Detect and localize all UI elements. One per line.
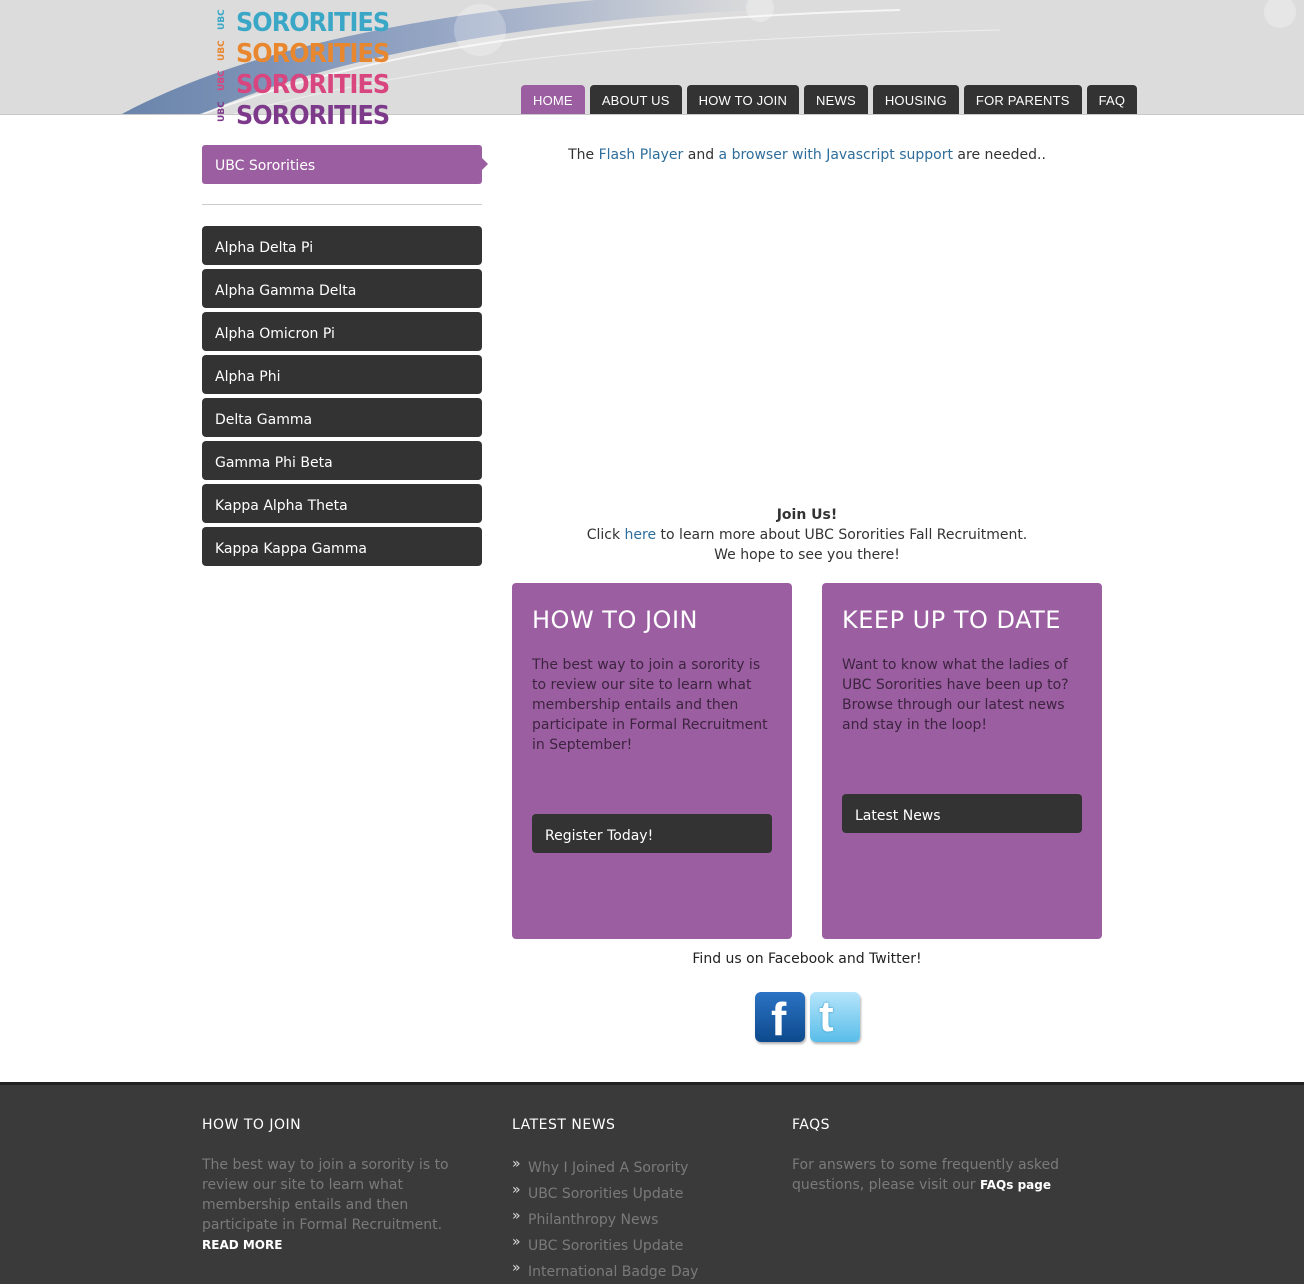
read-more-link[interactable]: READ MORE xyxy=(202,1238,282,1252)
sidebar-divider xyxy=(202,204,482,205)
flash-prefix: The xyxy=(568,147,599,163)
site-logo[interactable]: UBC UBC UBC UBC SORORITIES SORORITIES SO… xyxy=(217,8,390,133)
social-links: f t xyxy=(755,992,860,1044)
javascript-browser-link[interactable]: a browser with Javascript support xyxy=(719,147,953,163)
site-footer: HOW TO JOIN The best way to join a soror… xyxy=(0,1082,1304,1284)
flash-required-notice: The Flash Player and a browser with Java… xyxy=(512,147,1102,163)
join-us-title: Join Us! xyxy=(776,507,838,523)
nav-for-parents[interactable]: FOR PARENTS xyxy=(963,85,1082,114)
footer-news-item[interactable]: UBC Sororities Update xyxy=(512,1177,762,1207)
sidebar-item-alpha-phi[interactable]: Alpha Phi xyxy=(202,355,482,394)
how-to-join-text: The best way to join a sorority is to re… xyxy=(532,657,768,753)
footer-how-to-join: HOW TO JOIN The best way to join a soror… xyxy=(202,1117,462,1255)
nav-home[interactable]: HOME xyxy=(521,85,585,114)
social-note: Find us on Facebook and Twitter! xyxy=(692,951,922,967)
logo-side-text: UBC UBC UBC UBC xyxy=(217,8,236,130)
nav-how-to-join[interactable]: HOW TO JOIN xyxy=(686,85,800,114)
sidebar-item-alpha-delta-pi[interactable]: Alpha Delta Pi xyxy=(202,226,482,265)
logo-word-1: SORORITIES xyxy=(236,8,390,38)
sidebar-item-kappa-kappa-gamma[interactable]: Kappa Kappa Gamma xyxy=(202,527,482,566)
faqs-page-link[interactable]: FAQs page xyxy=(980,1178,1051,1192)
join-us-section: Join Us! Click here to learn more about … xyxy=(512,505,1102,565)
keep-up-text: Want to know what the ladies of UBC Soro… xyxy=(842,657,1069,733)
latest-news-button[interactable]: Latest News xyxy=(842,794,1082,833)
logo-word-2: SORORITIES xyxy=(236,39,390,69)
footer-faqs: FAQS For answers to some frequently aske… xyxy=(792,1117,1082,1195)
flash-player-link[interactable]: Flash Player xyxy=(599,147,684,163)
sidebar-item-alpha-gamma-delta[interactable]: Alpha Gamma Delta xyxy=(202,269,482,308)
sidebar-item-kappa-alpha-theta[interactable]: Kappa Alpha Theta xyxy=(202,484,482,523)
how-to-join-box: HOW TO JOIN The best way to join a soror… xyxy=(512,583,792,939)
sidebar-item-alpha-omicron-pi[interactable]: Alpha Omicron Pi xyxy=(202,312,482,351)
nav-news[interactable]: NEWS xyxy=(804,85,868,114)
footer-news-item[interactable]: International Badge Day xyxy=(512,1255,762,1284)
main-nav: HOME ABOUT US HOW TO JOIN NEWS HOUSING F… xyxy=(521,85,1138,114)
footer-faqs-title: FAQS xyxy=(792,1117,831,1133)
recruitment-here-link[interactable]: here xyxy=(625,527,657,543)
footer-news-item[interactable]: Why I Joined A Sorority xyxy=(512,1151,762,1181)
nav-about-us[interactable]: ABOUT US xyxy=(589,85,682,114)
footer-news-list: Why I Joined A Sorority UBC Sororities U… xyxy=(512,1151,762,1284)
keep-up-title: KEEP UP TO DATE xyxy=(842,606,1061,634)
keep-up-to-date-box: KEEP UP TO DATE Want to know what the la… xyxy=(822,583,1102,939)
twitter-icon[interactable]: t xyxy=(810,992,860,1042)
nav-housing[interactable]: HOUSING xyxy=(872,85,959,114)
footer-latest-news: LATEST NEWS Why I Joined A Sorority UBC … xyxy=(512,1117,762,1284)
footer-news-item[interactable]: Philanthropy News xyxy=(512,1203,762,1233)
sidebar: UBC Sororities Alpha Delta Pi Alpha Gamm… xyxy=(202,145,488,570)
sidebar-item-gamma-phi-beta[interactable]: Gamma Phi Beta xyxy=(202,441,482,480)
logo-word-4: SORORITIES xyxy=(236,101,390,131)
footer-how-to-join-title: HOW TO JOIN xyxy=(202,1117,302,1133)
footer-news-item[interactable]: UBC Sororities Update xyxy=(512,1229,762,1259)
how-to-join-title: HOW TO JOIN xyxy=(532,606,698,634)
flash-middle: and xyxy=(683,147,719,163)
footer-how-to-join-text: The best way to join a sorority is to re… xyxy=(202,1157,449,1233)
nav-faq[interactable]: FAQ xyxy=(1086,85,1138,114)
footer-latest-news-title: LATEST NEWS xyxy=(512,1117,616,1133)
site-header: HOME ABOUT US HOW TO JOIN NEWS HOUSING F… xyxy=(0,0,1304,115)
join-line-2: We hope to see you there! xyxy=(714,547,900,563)
join-line-prefix: Click xyxy=(586,527,625,543)
facebook-icon[interactable]: f xyxy=(755,992,805,1044)
sidebar-item-ubc-sororities[interactable]: UBC Sororities xyxy=(202,145,488,184)
sidebar-item-delta-gamma[interactable]: Delta Gamma xyxy=(202,398,482,437)
flash-suffix: are needed.. xyxy=(952,147,1046,163)
logo-word-3: SORORITIES xyxy=(236,70,390,100)
join-line-suffix: to learn more about UBC Sororities Fall … xyxy=(656,527,1028,543)
register-today-button[interactable]: Register Today! xyxy=(532,814,772,853)
